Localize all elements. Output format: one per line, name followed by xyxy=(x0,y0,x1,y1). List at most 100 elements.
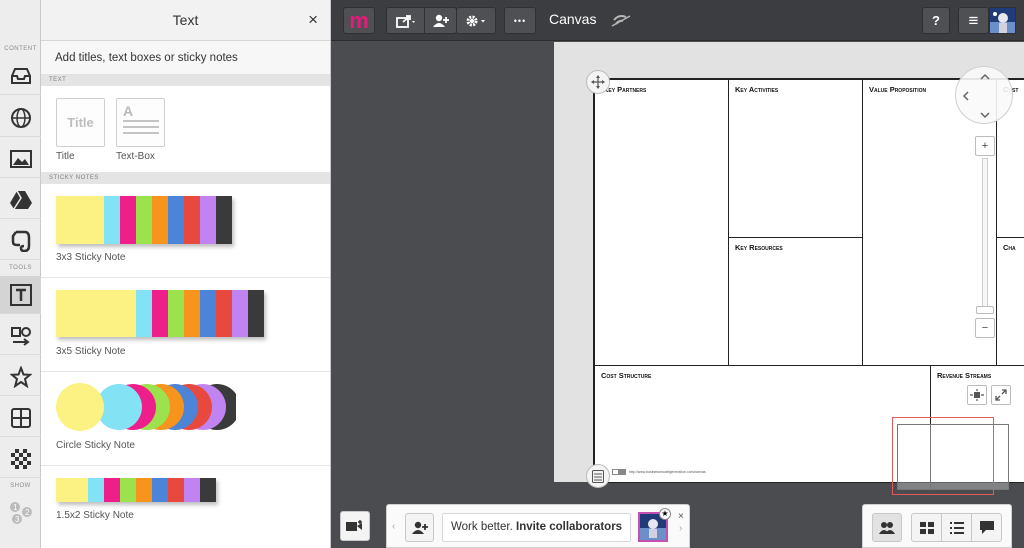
zoom-slider-track[interactable] xyxy=(982,158,988,310)
value-proposition-title: Value Proposition xyxy=(869,85,927,94)
collaborators-bar: ‹ Work better. Invite collaborators ★ × … xyxy=(386,504,690,548)
sticky-1-5x2-label: 1.5x2 Sticky Note xyxy=(56,510,134,521)
title-tile-preview: Title xyxy=(56,98,105,147)
creative-commons-badge xyxy=(612,469,626,475)
avatar-image xyxy=(990,8,1015,33)
canvas-title[interactable]: Canvas xyxy=(549,11,596,27)
text-tool-icon xyxy=(9,283,32,306)
logo-mark: m xyxy=(349,7,369,33)
rail-presentation-button[interactable]: 123 xyxy=(0,494,41,532)
sticky-3x3-swatches xyxy=(56,196,232,244)
license-credit-text: http://www.businessmodelgeneration.com/c… xyxy=(629,470,706,474)
sticky-circle-swatches xyxy=(56,383,236,431)
zoom-slider-handle[interactable] xyxy=(976,306,994,314)
board-view-button[interactable] xyxy=(911,513,942,542)
add-user-icon xyxy=(432,14,449,27)
key-activities-title: Key Activities xyxy=(735,85,779,94)
zoom-out-button[interactable]: − xyxy=(975,318,995,338)
fit-to-screen-button[interactable] xyxy=(967,385,987,405)
rail-evernote-button[interactable] xyxy=(0,222,41,260)
cost-structure-title: Cost Structure xyxy=(601,371,652,380)
cell-cost-structure[interactable]: Cost Structure xyxy=(594,365,931,483)
rail-content-label: CONTENT xyxy=(4,46,37,52)
image-icon xyxy=(9,149,32,168)
svg-text:2: 2 xyxy=(25,508,30,517)
title-tile-label: Title xyxy=(56,151,75,162)
rail-drive-button[interactable] xyxy=(0,181,41,219)
list-icon xyxy=(949,521,964,534)
google-drive-icon xyxy=(9,190,32,209)
board-menu-button[interactable] xyxy=(586,464,610,488)
text-box-tile[interactable]: A Text-Box xyxy=(116,98,165,162)
collab-next-icon[interactable]: › xyxy=(679,523,682,534)
add-collaborator-button[interactable] xyxy=(424,7,457,34)
speech-bubble-icon xyxy=(979,521,994,534)
comments-view-button[interactable] xyxy=(971,513,1002,542)
minimap-viewport[interactable] xyxy=(892,417,994,495)
owner-star-icon: ★ xyxy=(659,508,671,520)
panel-close-button[interactable]: × xyxy=(308,10,318,30)
rail-text-tool-button[interactable] xyxy=(0,276,41,314)
fit-screen-icon xyxy=(970,389,984,401)
gear-icon xyxy=(466,15,485,26)
channels-title: Cha xyxy=(1003,243,1016,252)
title-preview-text: Title xyxy=(67,115,94,130)
shapes-connector-icon xyxy=(10,326,31,346)
svg-text:3: 3 xyxy=(15,515,20,524)
rail-web-button[interactable] xyxy=(0,99,41,137)
rail-frames-tool-button[interactable] xyxy=(0,399,41,437)
move-board-button[interactable] xyxy=(586,70,610,94)
cell-key-activities[interactable]: Key Activities xyxy=(728,79,863,238)
rail-inbox-button[interactable] xyxy=(0,57,41,95)
list-view-button[interactable] xyxy=(941,513,972,542)
video-call-button[interactable] xyxy=(340,511,370,541)
help-button[interactable]: ? xyxy=(922,7,950,34)
collab-prev-icon[interactable]: ‹ xyxy=(392,521,395,532)
invite-tooltip[interactable]: Work better. Invite collaborators xyxy=(442,513,632,542)
sticky-1-5x2-item[interactable]: 1.5x2 Sticky Note xyxy=(41,466,330,548)
text-tiles-section: Title Title A Text-Box xyxy=(41,86,330,173)
key-partners-title: Key Partners xyxy=(603,85,647,94)
zoom-in-button[interactable]: + xyxy=(975,136,995,156)
settings-button[interactable] xyxy=(456,7,496,34)
rail-image-button[interactable] xyxy=(0,140,41,178)
logo-button[interactable]: m xyxy=(343,7,375,34)
sticky-circle-item[interactable]: Circle Sticky Note xyxy=(41,372,330,466)
cell-key-partners[interactable]: Key Partners xyxy=(594,79,729,366)
more-button[interactable]: ••• xyxy=(504,7,536,34)
share-icon xyxy=(395,14,415,28)
collaborators-view-button[interactable] xyxy=(872,513,902,542)
pan-navigator[interactable] xyxy=(955,66,1013,124)
user-avatar[interactable] xyxy=(989,7,1016,34)
cell-key-resources[interactable]: Key Resources xyxy=(728,237,863,366)
cell-channels[interactable]: Cha xyxy=(996,237,1024,366)
add-user-icon xyxy=(411,521,428,534)
panel-header: Text × xyxy=(41,0,330,41)
fullscreen-button[interactable] xyxy=(991,385,1011,405)
text-library-panel: Text × Add titles, text boxes or sticky … xyxy=(41,0,331,548)
evernote-icon xyxy=(11,230,30,252)
rail-stamp-tool-button[interactable] xyxy=(0,358,41,396)
menu-button[interactable]: ≡ xyxy=(958,7,989,34)
rail-background-tool-button[interactable] xyxy=(0,440,41,478)
rail-tools-label: TOOLS xyxy=(9,265,32,271)
text-box-tile-label: Text-Box xyxy=(116,151,155,162)
pan-arrows-icon xyxy=(962,73,990,119)
title-tile[interactable]: Title Title xyxy=(56,98,105,162)
invite-collaborator-button[interactable] xyxy=(405,513,434,542)
text-box-preview-letter: A xyxy=(123,103,134,119)
rail-shapes-tool-button[interactable] xyxy=(0,317,41,355)
sticky-3x5-item[interactable]: 3x5 Sticky Note xyxy=(41,278,330,372)
key-resources-title: Key Resources xyxy=(735,243,783,252)
sticky-3x5-swatches xyxy=(56,290,264,337)
collab-bar-close-button[interactable]: × xyxy=(678,511,684,522)
sticky-3x3-label: 3x3 Sticky Note xyxy=(56,252,126,263)
share-button[interactable] xyxy=(386,7,425,34)
text-box-tile-preview: A xyxy=(116,98,165,147)
move-arrows-icon xyxy=(591,75,605,89)
video-camera-plus-icon xyxy=(346,520,362,531)
top-toolbar: m ••• Canvas ? ≡ xyxy=(331,0,1024,41)
sticky-3x3-item[interactable]: 3x3 Sticky Note xyxy=(41,184,330,278)
globe-icon xyxy=(10,107,31,128)
sticky-section-label: STICKY NOTES xyxy=(41,173,330,184)
